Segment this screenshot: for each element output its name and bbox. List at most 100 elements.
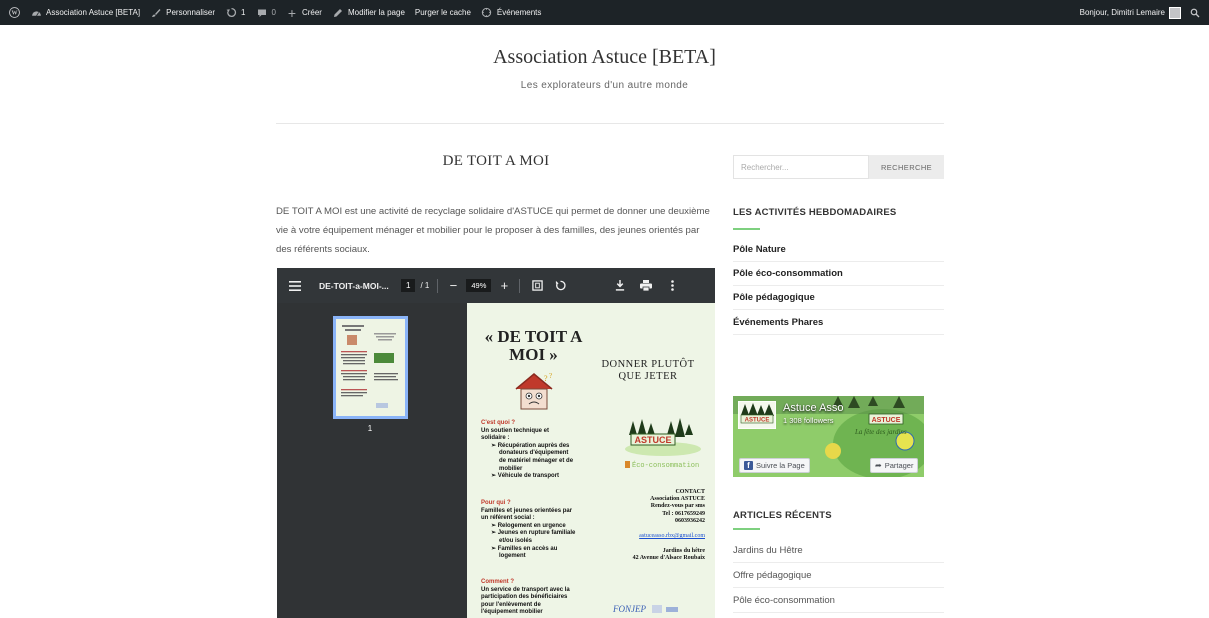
activity-label: Pôle éco-consommation — [733, 268, 843, 279]
facebook-page-name[interactable]: Astuce Asso — [783, 402, 844, 414]
search-input[interactable]: Rechercher... — [733, 155, 869, 179]
partner-logo — [666, 607, 679, 612]
contact-block: CONTACT Association ASTUCE Rendez-vous p… — [595, 489, 705, 563]
search-button[interactable]: RECHERCHE — [869, 155, 944, 179]
header-divider — [276, 123, 944, 124]
facebook-share-button[interactable]: ➦ Partager — [870, 458, 919, 473]
facebook-icon: f — [744, 461, 753, 470]
wordpress-logo-menu[interactable]: W — [0, 0, 25, 25]
text-line: et/ou isolés — [499, 537, 533, 544]
admin-greeting: Bonjour, Dimitri Lemaire — [1079, 8, 1165, 17]
text-line: ➢ Jeunes en rupture familiale — [491, 530, 576, 537]
facebook-page-widget[interactable]: La fête des jardins ASTUCE ASTUCE Astuce… — [733, 396, 924, 477]
pdf-zoom-input[interactable]: 49% — [466, 279, 492, 292]
contact-address: 42 Avenue d'Alsace Roubaix — [632, 555, 705, 562]
pdf-page-input[interactable]: 1 — [401, 279, 416, 292]
admin-account[interactable]: Bonjour, Dimitri Lemaire — [1078, 0, 1183, 25]
admin-updates[interactable]: 1 — [220, 0, 250, 25]
svg-text:ASTUCE: ASTUCE — [872, 417, 901, 424]
section-heading: Comment ? — [481, 579, 514, 585]
admin-events[interactable]: Événements — [476, 0, 546, 25]
admin-edit[interactable]: Modifier la page — [327, 0, 410, 25]
admin-customize-label: Personnaliser — [166, 8, 216, 17]
text-line: ➢ Récupération auprès des — [491, 442, 570, 449]
contact-rdv: Rendez-vous par sms — [650, 503, 705, 510]
facebook-profile-picture: ASTUCE — [738, 401, 776, 429]
more-options-icon[interactable] — [662, 268, 682, 303]
admin-updates-count: 1 — [241, 8, 246, 17]
pdf-menu-icon[interactable] — [277, 268, 313, 303]
text-line: ➢ Relogement en urgence — [491, 522, 566, 529]
text-line: Un service de transport avec la — [481, 586, 570, 593]
updates-icon — [225, 7, 237, 19]
contact-email-link[interactable]: astuceasso.rbx@gmail.com — [595, 533, 705, 540]
print-icon[interactable] — [636, 268, 656, 303]
recent-post-label: Jardins du Hêtre — [733, 544, 803, 556]
text-line: donateurs d'équipement — [499, 450, 569, 457]
zoom-in-icon[interactable]: + — [497, 268, 511, 303]
activity-label: Pôle pédagogique — [733, 292, 815, 303]
pdf-page-total: / 1 — [420, 281, 430, 290]
pdf-thumbnail-sidebar: 1 — [277, 303, 467, 618]
admin-search[interactable] — [1187, 0, 1203, 25]
pdf-viewer[interactable]: DE-TOIT-a-MOI-... 1 / 1 − 49% + 1 « DE T… — [277, 268, 715, 618]
download-icon[interactable] — [610, 268, 630, 303]
pdf-page-thumbnail[interactable] — [333, 316, 408, 419]
activity-label: Pôle Nature — [733, 244, 786, 255]
admin-new-label: Créer — [301, 8, 322, 17]
fonjep-logo-text: FONJEP — [613, 604, 646, 614]
site-description: Les explorateurs d'un autre monde — [520, 80, 689, 91]
facebook-followers: 1 308 followers — [783, 416, 834, 425]
recent-post-link[interactable]: Pôle éco-consommation — [733, 588, 944, 613]
flyer-subtitle: DONNER PLUTÔT QUE JETER — [601, 359, 695, 382]
astuce-logo-text: ASTUCE — [634, 435, 671, 445]
text-line: Un soutien technique et — [481, 427, 550, 434]
svg-text:?: ? — [544, 374, 548, 383]
admin-comments[interactable]: 0 — [251, 0, 281, 25]
widget-title-underline — [733, 528, 760, 530]
activity-link-pedagogique[interactable]: Pôle pédagogique — [733, 286, 944, 310]
house-illustration: ? ? — [515, 372, 553, 410]
activity-label: Événements Phares — [733, 317, 824, 328]
follow-label: Suivre la Page — [756, 461, 805, 470]
admin-purge-cache[interactable]: Purger le cache — [410, 0, 476, 25]
pdf-filename: DE-TOIT-a-MOI-... — [319, 280, 389, 291]
recent-post-link[interactable]: Offre pédagogique — [733, 563, 944, 588]
rotate-icon[interactable] — [550, 268, 570, 303]
pdf-thumbnail-label: 1 — [367, 424, 373, 433]
section-cest-quoi: C'est quoi ? Un soutien technique et sol… — [481, 420, 596, 481]
contact-org: Association ASTUCE — [650, 496, 705, 503]
admin-new[interactable]: + Créer — [281, 0, 327, 25]
zoom-out-icon[interactable]: − — [446, 268, 460, 303]
cover-text: La fête des jardins — [854, 428, 907, 436]
fit-page-icon[interactable] — [528, 268, 546, 303]
admin-purge-label: Purger le cache — [414, 8, 471, 17]
pencil-icon — [332, 7, 344, 19]
svg-text:W: W — [11, 11, 17, 17]
site-title[interactable]: Association Astuce [BETA] — [0, 46, 1209, 69]
activity-link-evenements[interactable]: Événements Phares — [733, 311, 944, 335]
text-line: ➢ Véhicule de transport — [491, 473, 560, 480]
text-line: l'équipement mobilier — [481, 609, 543, 616]
comment-icon — [256, 7, 268, 19]
fonjep-logo: FONJEP — [613, 604, 679, 614]
events-icon — [481, 7, 493, 19]
svg-text:ASTUCE: ASTUCE — [745, 418, 770, 424]
recent-posts-widget-title: ARTICLES RÉCENTS — [733, 510, 832, 521]
plus-icon: + — [287, 4, 297, 21]
text-line: participation des bénéficiaires — [481, 594, 568, 601]
admin-bar: W Association Astuce [BETA] Personnalise… — [0, 0, 1209, 25]
activity-link-eco[interactable]: Pôle éco-consommation — [733, 262, 944, 286]
avatar — [1169, 6, 1181, 19]
share-label: Partager — [884, 461, 914, 470]
recent-post-link[interactable]: Jardins du Hêtre — [733, 538, 944, 563]
eco-square — [625, 461, 630, 468]
partner-logo — [652, 605, 663, 613]
pdf-toolbar: DE-TOIT-a-MOI-... 1 / 1 − 49% + — [277, 268, 715, 303]
search-placeholder: Rechercher... — [741, 162, 789, 172]
admin-customize[interactable]: Personnaliser — [145, 0, 220, 25]
admin-site-name[interactable]: Association Astuce [BETA] — [25, 0, 145, 25]
activity-link-nature[interactable]: Pôle Nature — [733, 238, 944, 262]
toolbar-divider — [519, 278, 521, 293]
facebook-follow-button[interactable]: f Suivre la Page — [739, 458, 810, 473]
